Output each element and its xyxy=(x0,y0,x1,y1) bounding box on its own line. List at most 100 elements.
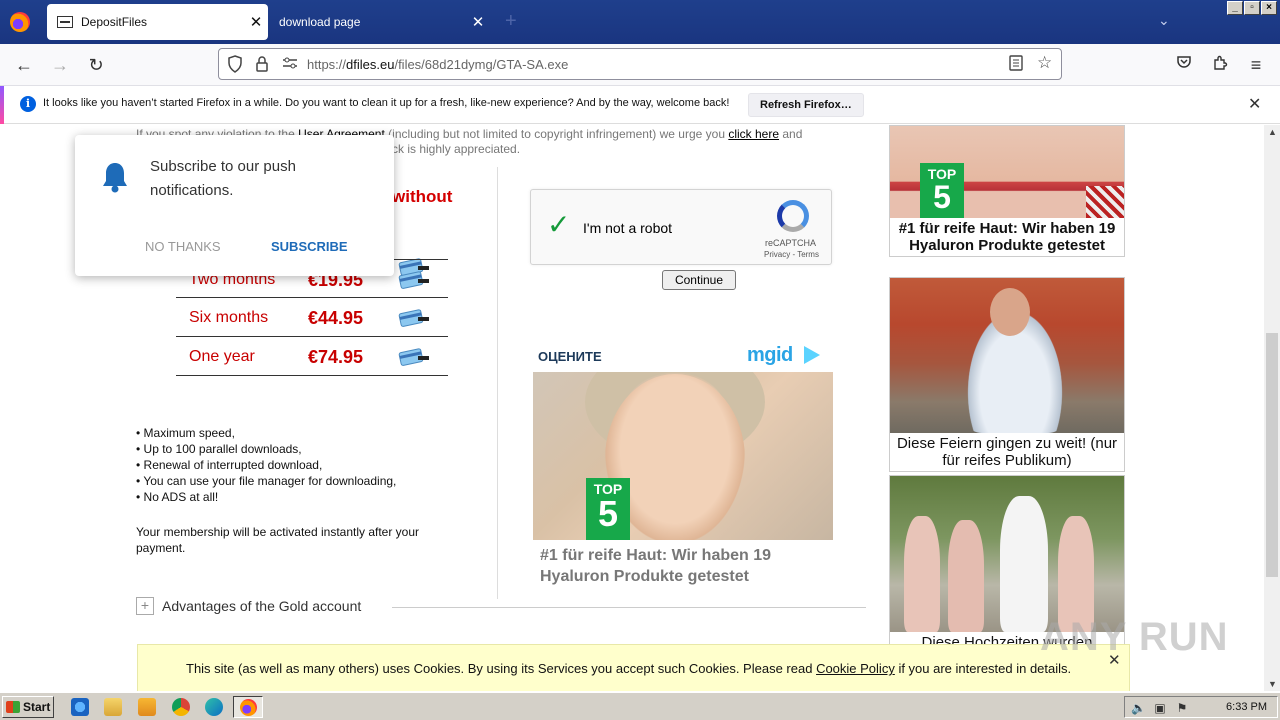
ad-image-figure xyxy=(1000,496,1048,632)
windows-taskbar: Start 🔈 ▣ ⚑ 6:33 PM xyxy=(0,692,1280,720)
side-ad-1[interactable]: TOP 5 #1 für reife Haut: Wir haben 19 Hy… xyxy=(889,125,1125,257)
pricing-table: Two months €19.95 Six months €44.95 One … xyxy=(176,259,448,376)
ad-headline[interactable]: #1 für reife Haut: Wir haben 19 Hyaluron… xyxy=(540,545,830,587)
ad-caption[interactable]: Diese Feiern gingen zu weit! (nur für re… xyxy=(890,433,1124,471)
firefox-taskbar-button[interactable] xyxy=(233,696,263,718)
network-icon[interactable]: ▣ xyxy=(1153,701,1167,715)
no-thanks-button[interactable]: NO THANKS xyxy=(145,239,221,254)
push-notification-popup: Subscribe to our push notifications. NO … xyxy=(75,135,394,276)
ad-caption[interactable]: #1 für reife Haut: Wir haben 19 Hyaluron… xyxy=(890,218,1124,256)
payment-card-icon[interactable] xyxy=(398,270,430,290)
close-notification-icon[interactable]: ✕ xyxy=(1248,94,1261,114)
mgid-header: ОЦЕНИТЕ xyxy=(538,349,602,364)
gold-features-list: • Maximum speed, • Up to 100 parallel do… xyxy=(136,425,396,505)
internet-explorer-icon[interactable] xyxy=(71,698,89,716)
back-arrow-icon[interactable]: ← xyxy=(13,54,35,76)
click-here-link[interactable]: click here xyxy=(728,127,779,141)
system-tray: 🔈 ▣ ⚑ 6:33 PM xyxy=(1124,696,1278,718)
firefox-menu-icon[interactable] xyxy=(10,12,30,32)
payment-card-icon[interactable] xyxy=(398,347,430,367)
tracking-shield-icon[interactable] xyxy=(227,55,243,76)
tab-title: DepositFiles xyxy=(81,15,148,29)
reload-icon[interactable]: ↻ xyxy=(85,54,107,76)
new-tab-icon[interactable]: + xyxy=(505,10,517,33)
file-explorer-icon[interactable] xyxy=(104,698,122,716)
edge-icon[interactable] xyxy=(205,698,223,716)
extensions-icon[interactable] xyxy=(1209,54,1231,76)
clock[interactable]: 6:33 PM xyxy=(1226,701,1267,713)
recaptcha-logo-icon xyxy=(777,200,809,232)
window-controls: _ ▫ × xyxy=(1227,1,1277,15)
forward-arrow-icon[interactable]: → xyxy=(49,54,71,76)
side-ad-2[interactable]: Diese Feiern gingen zu weit! (nur für re… xyxy=(889,277,1125,472)
windows-logo-icon xyxy=(6,701,20,713)
info-icon: i xyxy=(20,96,36,112)
restore-button[interactable]: ▫ xyxy=(1244,1,1260,15)
bell-icon xyxy=(101,161,129,196)
start-button[interactable]: Start xyxy=(2,696,54,718)
firefox-notification-bar: i It looks like you haven’t started Fire… xyxy=(0,86,1280,124)
subscribe-button[interactable]: SUBSCRIBE xyxy=(271,239,348,254)
ad-image-scarf xyxy=(1086,186,1124,218)
list-all-tabs-icon[interactable]: ⌄ xyxy=(1158,12,1170,29)
ad-image[interactable] xyxy=(890,278,1124,433)
advantages-label: Advantages of the Gold account xyxy=(162,598,362,614)
hamburger-menu-icon[interactable]: ≡ xyxy=(1245,54,1267,76)
permissions-icon[interactable] xyxy=(281,55,299,74)
expand-plus-icon[interactable]: + xyxy=(136,597,154,615)
scrollbar-thumb[interactable] xyxy=(1266,333,1278,577)
recaptcha-brand: reCAPTCHA xyxy=(765,238,817,248)
lock-icon[interactable] xyxy=(255,55,269,76)
tab-depositfiles[interactable]: DepositFiles ✕ xyxy=(47,4,268,40)
start-label: Start xyxy=(23,700,51,714)
scroll-up-arrow-icon[interactable]: ▲ xyxy=(1268,127,1277,137)
reader-view-icon[interactable] xyxy=(1009,55,1023,74)
depositfiles-favicon-icon xyxy=(57,16,73,28)
url-text[interactable]: https://dfiles.eu/files/68d21dymg/GTA-SA… xyxy=(307,57,568,72)
top5-badge: TOP 5 xyxy=(920,163,964,218)
section-divider xyxy=(392,607,866,608)
activation-note: Your membership will be activated instan… xyxy=(136,525,420,555)
list-item: • Maximum speed, xyxy=(136,426,235,440)
top5-badge: TOP 5 xyxy=(586,478,630,540)
volume-icon[interactable]: 🔈 xyxy=(1131,701,1146,715)
ad-image[interactable] xyxy=(890,476,1124,632)
payment-card-icon[interactable] xyxy=(398,308,430,328)
navigation-toolbar: ← → ↻ https://dfiles.eu/files/68d21dymg/… xyxy=(0,44,1280,86)
bookmark-star-icon[interactable]: ☆ xyxy=(1037,53,1052,73)
plan-period: Six months xyxy=(189,309,269,326)
page-scrollbar[interactable]: ▲ ▼ xyxy=(1264,125,1280,691)
recaptcha-privacy-terms[interactable]: Privacy - Terms xyxy=(764,250,819,259)
tab-download-page[interactable]: download page ✕ xyxy=(270,4,490,40)
pocket-icon[interactable] xyxy=(1173,54,1195,76)
mgid-logo[interactable]: mgid xyxy=(747,344,793,367)
minimize-button[interactable]: _ xyxy=(1227,1,1243,15)
advantages-toggle[interactable]: + Advantages of the Gold account xyxy=(136,597,361,615)
url-bar[interactable]: https://dfiles.eu/files/68d21dymg/GTA-SA… xyxy=(218,48,1062,80)
action-center-flag-icon[interactable]: ⚑ xyxy=(1175,701,1189,715)
pricing-row[interactable]: Six months €44.95 xyxy=(176,298,448,337)
ad-image[interactable]: TOP 5 xyxy=(890,126,1124,218)
tab-close-icon[interactable]: ✕ xyxy=(244,13,268,31)
plan-price: €44.95 xyxy=(308,308,364,328)
tab-close-icon[interactable]: ✕ xyxy=(466,13,490,31)
recaptcha-widget[interactable]: ✓ I'm not a robot reCAPTCHA Privacy - Te… xyxy=(530,189,832,265)
list-item: • No ADS at all! xyxy=(136,490,219,504)
close-window-button[interactable]: × xyxy=(1261,1,1277,15)
checkmark-icon[interactable]: ✓ xyxy=(547,208,570,241)
top5-number: 5 xyxy=(933,179,951,215)
chrome-icon[interactable] xyxy=(172,698,190,716)
cookie-banner: This site (as well as many others) uses … xyxy=(137,644,1130,691)
media-player-icon[interactable] xyxy=(138,698,156,716)
adchoices-play-icon[interactable] xyxy=(804,346,820,364)
cookie-policy-link[interactable]: Cookie Policy xyxy=(816,661,895,676)
continue-button[interactable]: Continue xyxy=(662,270,736,290)
scroll-down-arrow-icon[interactable]: ▼ xyxy=(1268,679,1277,689)
notification-message: It looks like you haven’t started Firefo… xyxy=(43,97,730,109)
ad-image[interactable]: TOP 5 xyxy=(533,372,833,540)
top5-number: 5 xyxy=(597,493,619,534)
notification-accent xyxy=(0,86,4,124)
refresh-firefox-button[interactable]: Refresh Firefox… xyxy=(748,93,864,117)
pricing-row[interactable]: One year €74.95 xyxy=(176,337,448,376)
push-message: Subscribe to our push notifications. xyxy=(150,158,296,199)
